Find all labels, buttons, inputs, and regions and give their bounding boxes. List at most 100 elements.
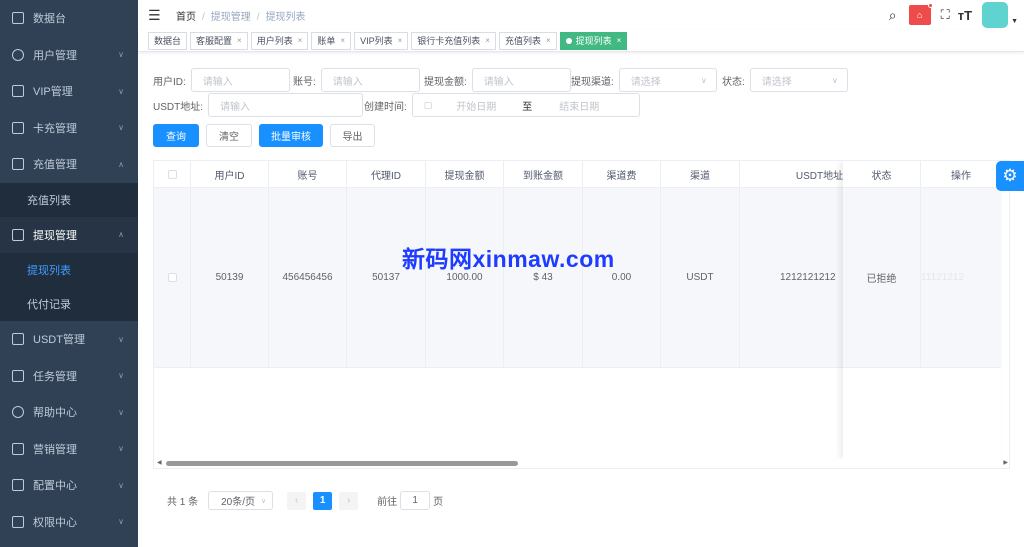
cell-agent-id: 50137 bbox=[347, 188, 426, 368]
total-count: 共 1 条 bbox=[167, 497, 199, 508]
cell-fee: 0.00 bbox=[583, 188, 661, 368]
page-size-select[interactable]: 20条/页 ∨ bbox=[208, 491, 274, 510]
cell-user-id: 50139 bbox=[191, 188, 269, 368]
chevron-down-icon: ∨ bbox=[118, 517, 124, 527]
scrollbar-thumb[interactable] bbox=[166, 461, 518, 466]
tag-user-list[interactable]: 用户列表 × bbox=[250, 31, 309, 50]
sidebar-item-tasks[interactable]: 任务管理 ∨ bbox=[0, 358, 138, 395]
col-fee: 渠道费 bbox=[583, 161, 661, 188]
close-icon[interactable]: × bbox=[617, 36, 622, 45]
sidebar-item-marketing[interactable]: 营销管理 ∨ bbox=[0, 431, 138, 468]
bag-icon bbox=[12, 158, 24, 171]
export-button[interactable]: 导出 bbox=[330, 124, 375, 147]
user-icon bbox=[12, 48, 24, 61]
font-size-icon[interactable]: тT bbox=[958, 8, 972, 23]
cell-status: 已拒绝 bbox=[843, 188, 921, 368]
chevron-down-icon: ∨ bbox=[831, 75, 838, 85]
amount-input[interactable]: 请输入 bbox=[471, 68, 571, 92]
next-page-button[interactable]: › bbox=[339, 491, 359, 510]
tag-vip-list[interactable]: VIP列表 × bbox=[354, 31, 409, 50]
settings-gear-icon[interactable]: ⚙ bbox=[996, 161, 1024, 191]
batch-review-button[interactable]: 批量审核 bbox=[259, 124, 323, 147]
sidebar-item-permissions[interactable]: 权限中心 ∨ bbox=[0, 504, 138, 541]
cell-amount: 1000.00 bbox=[426, 188, 504, 368]
cell-account: 456456456 bbox=[269, 188, 347, 368]
sidebar-item-card[interactable]: 卡充管理 ∨ bbox=[0, 110, 138, 147]
channel-select[interactable]: 请选择 ∨ bbox=[618, 68, 717, 92]
close-icon[interactable]: × bbox=[237, 36, 242, 45]
tags-view: 数据台 客服配置 × 用户列表 × 账单 × VIP列表 × 银行卡充值列表 × 充值列表… bbox=[138, 30, 1024, 52]
sidebar-sub-recharge-list[interactable]: 充值列表 bbox=[0, 182, 138, 217]
avatar[interactable] bbox=[982, 2, 1009, 28]
date-range-picker[interactable]: ▢ 开始日期至结束日期 bbox=[411, 93, 640, 117]
col-status: 状态 bbox=[843, 161, 921, 188]
sidebar-item-vip[interactable]: VIP管理 ∨ bbox=[0, 73, 138, 110]
calendar-icon: ▢ bbox=[423, 99, 433, 110]
usdt-address-input[interactable]: 请输入 bbox=[208, 93, 363, 117]
pagination: 共 1 条 20条/页 ∨ ‹ 1 › 前往 1 页 bbox=[167, 491, 443, 510]
prev-page-button[interactable]: ‹ bbox=[287, 491, 307, 510]
col-received: 到账金额 bbox=[504, 161, 583, 188]
chevron-down-icon: ∨ bbox=[118, 371, 124, 381]
close-icon[interactable]: × bbox=[298, 36, 303, 45]
sidebar-sub-withdraw-list[interactable]: 提现列表 bbox=[0, 253, 138, 287]
notification-icon[interactable]: ⌂ bbox=[908, 3, 933, 25]
chevron-down-icon: ∨ bbox=[118, 480, 124, 490]
page-1-button[interactable]: 1 bbox=[313, 491, 333, 510]
lock-icon bbox=[12, 515, 24, 528]
help-icon bbox=[12, 406, 24, 419]
chevron-down-icon: ∨ bbox=[118, 50, 124, 60]
col-user-id: 用户ID bbox=[191, 161, 269, 188]
col-channel: 渠道 bbox=[661, 161, 740, 188]
close-icon[interactable]: × bbox=[546, 36, 551, 45]
cell-received: $ 43 bbox=[504, 188, 583, 368]
close-icon[interactable]: × bbox=[485, 36, 490, 45]
query-button[interactable]: 查询 bbox=[153, 124, 199, 147]
sidebar-item-help[interactable]: 帮助中心 ∨ bbox=[0, 394, 138, 431]
breadcrumb-home[interactable]: 首页 bbox=[176, 12, 196, 23]
chevron-down-icon: ∨ bbox=[118, 407, 124, 417]
sidebar-item-recharge[interactable]: 充值管理 ∧ bbox=[0, 146, 138, 183]
status-select[interactable]: 请选择 ∨ bbox=[749, 68, 848, 92]
tag-withdraw-list[interactable]: 提现列表 × bbox=[559, 31, 628, 50]
search-icon[interactable]: ⌕ bbox=[889, 7, 897, 24]
bag-icon bbox=[12, 228, 24, 241]
chevron-down-icon: ∨ bbox=[700, 75, 707, 85]
breadcrumb-item: 提现管理 bbox=[210, 11, 251, 23]
close-icon[interactable]: × bbox=[398, 36, 403, 45]
cell-channel: USDT bbox=[661, 188, 740, 368]
clear-button[interactable]: 清空 bbox=[206, 124, 252, 147]
chevron-down-icon: ∨ bbox=[118, 334, 124, 344]
tag-service-config[interactable]: 客服配置 × bbox=[190, 31, 248, 50]
sidebar-item-dashboard[interactable]: 数据台 bbox=[0, 0, 138, 37]
sidebar-item-config[interactable]: 配置中心 ∨ bbox=[0, 467, 138, 504]
close-icon[interactable]: × bbox=[340, 36, 345, 45]
fullscreen-icon[interactable]: ⛶ bbox=[941, 7, 950, 23]
fixed-right-columns: 状态 操作 已拒绝 11121212 bbox=[843, 161, 1001, 459]
chevron-down-icon: ∨ bbox=[118, 444, 124, 454]
vip-icon bbox=[12, 85, 24, 98]
row-checkbox[interactable] bbox=[167, 273, 177, 282]
dashboard-icon bbox=[12, 12, 24, 25]
sidebar-item-usdt[interactable]: USDT管理 ∨ bbox=[0, 321, 138, 358]
user-id-input[interactable]: 请输入 bbox=[190, 68, 290, 92]
tag-bill[interactable]: 账单 × bbox=[311, 31, 352, 50]
menu-toggle-icon[interactable]: ☰ bbox=[148, 7, 164, 24]
horizontal-scrollbar[interactable]: ◀ ▶ bbox=[154, 459, 1009, 468]
col-amount: 提现金额 bbox=[426, 161, 504, 188]
tag-dashboard[interactable]: 数据台 bbox=[148, 31, 188, 50]
chevron-down-icon: ∨ bbox=[118, 86, 124, 96]
sidebar-item-withdraw[interactable]: 提现管理 ∧ bbox=[0, 216, 138, 253]
account-input[interactable]: 请输入 bbox=[320, 68, 420, 92]
caret-down-icon[interactable]: ▼ bbox=[1011, 18, 1018, 25]
sidebar-item-users[interactable]: 用户管理 ∨ bbox=[0, 37, 138, 74]
config-icon bbox=[12, 479, 24, 492]
sidebar-sub-payout-records[interactable]: 代付记录 bbox=[0, 287, 138, 321]
col-agent-id: 代理ID bbox=[347, 161, 426, 188]
tag-bank-recharge-list[interactable]: 银行卡充值列表 × bbox=[411, 31, 496, 50]
goto-page-input[interactable]: 1 bbox=[400, 491, 431, 510]
select-all-checkbox[interactable] bbox=[167, 169, 177, 179]
chevron-up-icon: ∧ bbox=[118, 230, 124, 240]
usdt-icon bbox=[12, 333, 24, 346]
tag-recharge-list[interactable]: 充值列表 × bbox=[498, 31, 557, 50]
